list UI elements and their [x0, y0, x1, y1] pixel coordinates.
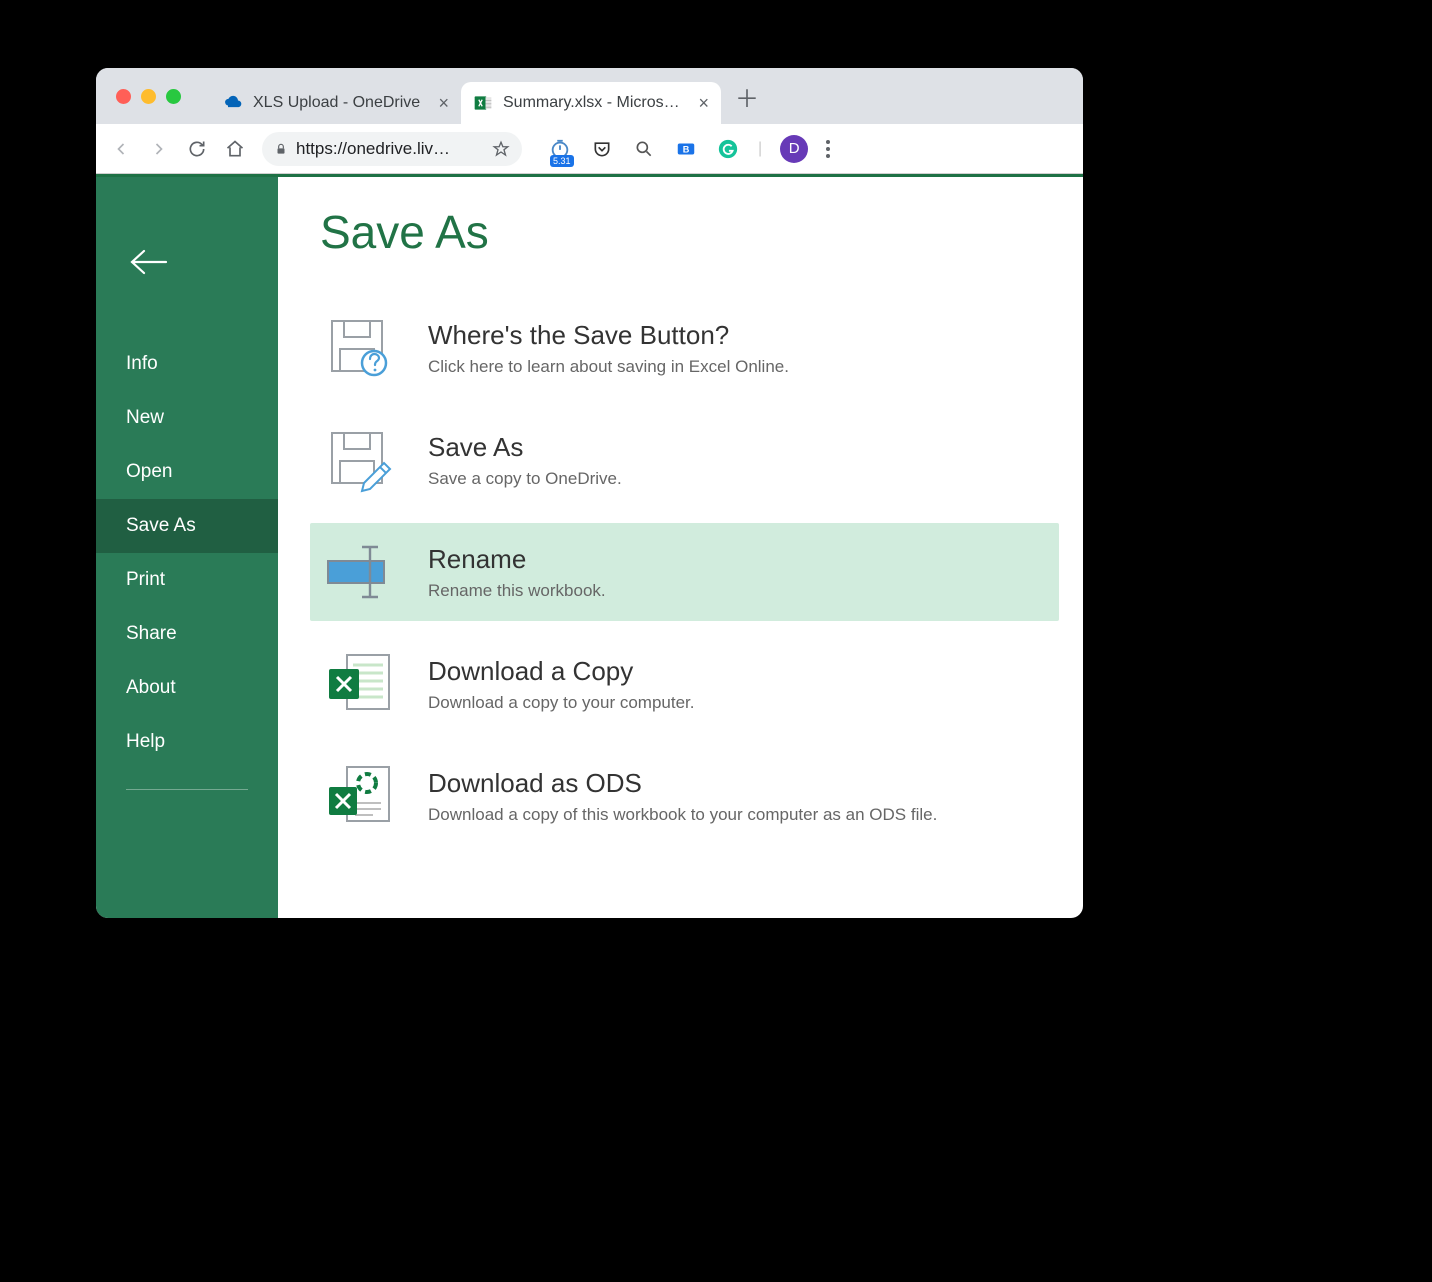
url-text: https://onedrive.liv…	[296, 139, 484, 159]
rename-icon	[320, 537, 402, 607]
address-bar[interactable]: https://onedrive.liv…	[262, 132, 522, 166]
option-title: Download a Copy	[428, 656, 694, 687]
excel-backstage: Info New Open Save As Print Share About …	[96, 174, 1083, 918]
search-extension-icon[interactable]	[632, 137, 656, 161]
extension-blue-icon[interactable]: B	[674, 137, 698, 161]
sidebar-item-save-as[interactable]: Save As	[96, 499, 278, 553]
browser-menu-icon[interactable]	[826, 140, 830, 158]
option-desc: Rename this workbook.	[428, 581, 606, 601]
maximize-window-icon[interactable]	[166, 89, 181, 104]
sidebar-item-share[interactable]: Share	[96, 607, 278, 661]
browser-window: XLS Upload - OneDrive × Summary.xlsx - M…	[96, 68, 1083, 918]
save-as-icon	[320, 425, 402, 495]
download-copy-icon	[320, 649, 402, 719]
option-desc: Save a copy to OneDrive.	[428, 469, 622, 489]
onedrive-icon	[223, 93, 243, 113]
home-button[interactable]	[224, 138, 246, 160]
tab-title: Summary.xlsx - Microsoft E	[503, 94, 688, 112]
download-ods-icon	[320, 761, 402, 831]
option-desc: Download a copy of this workbook to your…	[428, 805, 937, 825]
option-desc: Click here to learn about saving in Exce…	[428, 357, 789, 377]
option-title: Where's the Save Button?	[428, 320, 789, 351]
profile-avatar[interactable]: D	[780, 135, 808, 163]
reload-button[interactable]	[186, 138, 208, 160]
sidebar-item-new[interactable]: New	[96, 391, 278, 445]
sidebar-item-print[interactable]: Print	[96, 553, 278, 607]
extension-badge: 5.31	[550, 155, 574, 167]
close-tab-icon[interactable]: ×	[698, 93, 709, 114]
save-help-icon	[320, 313, 402, 383]
extension-icons: 5.31 B | D	[548, 135, 830, 163]
star-icon[interactable]	[492, 140, 510, 158]
option-save-as[interactable]: Save As Save a copy to OneDrive.	[310, 411, 1059, 509]
browser-tab-excel[interactable]: Summary.xlsx - Microsoft E ×	[461, 82, 721, 124]
excel-icon	[473, 93, 493, 113]
extension-timer-icon[interactable]: 5.31	[548, 137, 572, 161]
grammarly-icon[interactable]	[716, 137, 740, 161]
backstage-sidebar: Info New Open Save As Print Share About …	[96, 177, 278, 918]
window-controls[interactable]	[116, 89, 181, 104]
sidebar-divider	[126, 789, 248, 790]
browser-tab-onedrive[interactable]: XLS Upload - OneDrive ×	[211, 82, 461, 124]
sidebar-item-info[interactable]: Info	[96, 337, 278, 391]
pocket-icon[interactable]	[590, 137, 614, 161]
page-title: Save As	[320, 205, 1083, 259]
sidebar-item-open[interactable]: Open	[96, 445, 278, 499]
backstage-main: Save As Where's the Save Button? Click h…	[278, 177, 1083, 918]
new-tab-button[interactable]: ＋	[729, 78, 765, 114]
option-desc: Download a copy to your computer.	[428, 693, 694, 713]
back-button[interactable]	[110, 138, 132, 160]
minimize-window-icon[interactable]	[141, 89, 156, 104]
option-download-copy[interactable]: Download a Copy Download a copy to your …	[310, 635, 1059, 733]
option-title: Rename	[428, 544, 606, 575]
lock-icon	[274, 142, 288, 156]
option-title: Save As	[428, 432, 622, 463]
option-title: Download as ODS	[428, 768, 937, 799]
tab-title: XLS Upload - OneDrive	[253, 94, 428, 112]
svg-text:B: B	[683, 144, 690, 154]
option-download-ods[interactable]: Download as ODS Download a copy of this …	[310, 747, 1059, 845]
close-tab-icon[interactable]: ×	[438, 93, 449, 114]
back-arrow-icon[interactable]	[126, 247, 278, 282]
option-where-save-button[interactable]: Where's the Save Button? Click here to l…	[310, 299, 1059, 397]
sidebar-item-help[interactable]: Help	[96, 715, 278, 769]
browser-toolbar: https://onedrive.liv… 5.31 B | D	[96, 124, 1083, 174]
tab-strip: XLS Upload - OneDrive × Summary.xlsx - M…	[96, 68, 1083, 124]
forward-button[interactable]	[148, 138, 170, 160]
sidebar-item-about[interactable]: About	[96, 661, 278, 715]
close-window-icon[interactable]	[116, 89, 131, 104]
option-rename[interactable]: Rename Rename this workbook.	[310, 523, 1059, 621]
